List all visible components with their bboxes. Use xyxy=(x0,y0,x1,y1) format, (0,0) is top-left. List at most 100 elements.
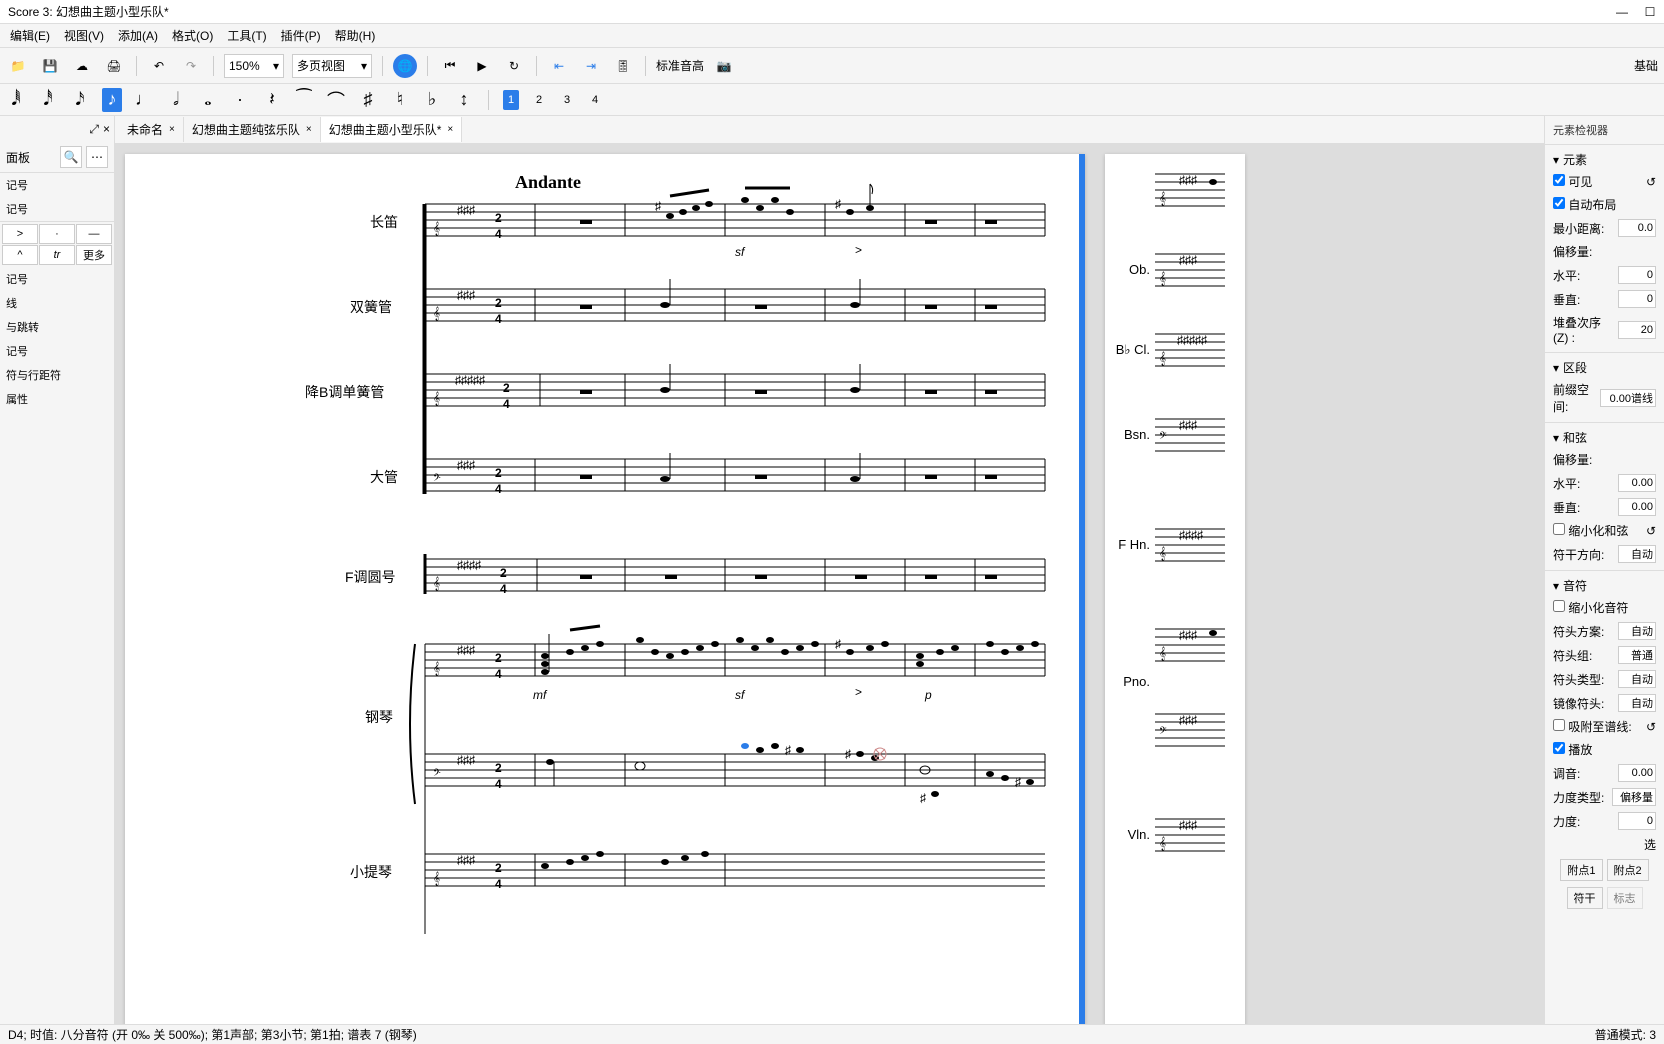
tab-small-orch[interactable]: 幻想曲主题小型乐队*× xyxy=(321,117,463,142)
undo-icon[interactable]: ↶ xyxy=(147,54,171,78)
palette-cat[interactable]: 属性 xyxy=(0,387,114,411)
art-accent[interactable]: ^ xyxy=(2,245,38,265)
voice-1[interactable]: 1 xyxy=(503,90,519,110)
print-icon[interactable]: 🖨 xyxy=(102,54,126,78)
close-icon[interactable]: × xyxy=(169,124,175,135)
close-icon[interactable]: × xyxy=(447,124,453,135)
score-view[interactable]: Andante 𝄞♯♯♯24 ▬ ♯ xyxy=(115,144,1544,1024)
staff-clarinet[interactable]: 𝄞♯♯♯♯♯24 ▬▬▬▬ xyxy=(425,364,1045,411)
dot1-button[interactable]: 附点1 xyxy=(1560,859,1602,881)
rewind-icon[interactable]: ⏮ xyxy=(438,54,462,78)
note-16th[interactable]: 𝅘𝅥𝅯 xyxy=(70,88,90,112)
staff-oboe[interactable]: 𝄞♯♯♯24 ▬▬▬▬ xyxy=(425,279,1045,326)
voice-2[interactable]: 2 xyxy=(531,90,547,110)
slur-icon[interactable]: ⌒ xyxy=(326,88,346,112)
min-distance-input[interactable] xyxy=(1618,219,1656,237)
sharp-icon[interactable]: ♯ xyxy=(358,88,378,112)
menu-view[interactable]: 视图(V) xyxy=(58,25,110,46)
play-checkbox[interactable] xyxy=(1553,742,1565,754)
chord-y-input[interactable] xyxy=(1618,498,1656,516)
viewmode-select[interactable]: 多页视图▾ xyxy=(292,54,372,78)
small-note-checkbox[interactable] xyxy=(1553,600,1565,612)
tie-icon[interactable]: ⁀ xyxy=(294,88,314,112)
stem-button[interactable]: 符干 xyxy=(1567,887,1603,909)
chevron-down-icon[interactable]: ▾ xyxy=(1553,153,1559,167)
art-tenuto[interactable]: — xyxy=(76,224,112,244)
head-type-select[interactable] xyxy=(1618,670,1656,688)
palette-cat[interactable]: 与跳转 xyxy=(0,315,114,339)
loop-out-icon[interactable]: ⇥ xyxy=(579,54,603,78)
staff-flute[interactable]: 𝄞♯♯♯24 ▬ ♯ sf ♯ > ▬▬ xyxy=(425,184,1045,259)
chevron-down-icon[interactable]: ▾ xyxy=(1553,579,1559,593)
zoom-select[interactable]: 150%▾ xyxy=(224,54,284,78)
art-marcato[interactable]: > xyxy=(2,224,38,244)
note-half[interactable]: 𝅗𝅥 xyxy=(166,88,186,112)
cloud-icon[interactable]: ☁ xyxy=(70,54,94,78)
note-dot[interactable]: · xyxy=(230,88,250,112)
offset-y-input[interactable] xyxy=(1618,290,1656,308)
globe-icon[interactable]: 🌐 xyxy=(393,54,417,78)
menu-edit[interactable]: 编辑(E) xyxy=(4,25,56,46)
base-button[interactable]: 基础 xyxy=(1634,54,1658,78)
offset-x-input[interactable] xyxy=(1618,266,1656,284)
palette-cat[interactable]: 记号 xyxy=(0,267,114,291)
palette-cat[interactable]: 线 xyxy=(0,291,114,315)
undock-icon[interactable]: ⤢ xyxy=(89,122,99,137)
staff-piano-treble[interactable]: 𝄞♯♯♯24 mf sf ♯ > p xyxy=(425,626,1045,702)
menu-tools[interactable]: 工具(T) xyxy=(221,25,272,46)
staff-horn[interactable]: 𝄞♯♯♯♯24 ▬▬▬▬▬▬ xyxy=(425,558,1045,596)
flag-button[interactable]: 标志 xyxy=(1607,887,1643,909)
save-icon[interactable]: 💾 xyxy=(38,54,62,78)
close-icon[interactable]: × xyxy=(306,124,312,135)
tuning-input[interactable] xyxy=(1618,764,1656,782)
vel-type-select[interactable] xyxy=(1612,788,1656,806)
note-64th[interactable]: 𝅘𝅥𝅱 xyxy=(6,88,26,112)
head-group-select[interactable] xyxy=(1618,646,1656,664)
art-trill[interactable]: tr xyxy=(39,245,75,265)
metronome-icon[interactable]: 🎚 xyxy=(611,54,635,78)
mirror-select[interactable] xyxy=(1618,694,1656,712)
menu-plugins[interactable]: 插件(P) xyxy=(275,25,327,46)
tab-strings[interactable]: 幻想曲主题纯弦乐队× xyxy=(184,117,321,142)
menu-help[interactable]: 帮助(H) xyxy=(329,25,382,46)
note-8th[interactable]: ♪ xyxy=(102,88,122,112)
palette-cat[interactable]: 记号 xyxy=(0,339,114,363)
close-panel-icon[interactable]: × xyxy=(103,122,110,136)
menu-dots-icon[interactable]: ⋯ xyxy=(86,146,108,168)
tab-untitled[interactable]: 未命名× xyxy=(119,117,184,142)
menu-format[interactable]: 格式(O) xyxy=(166,25,219,46)
redo-icon[interactable]: ↷ xyxy=(179,54,203,78)
auto-layout-checkbox[interactable] xyxy=(1553,197,1565,209)
loop-icon[interactable]: ↻ xyxy=(502,54,526,78)
chevron-down-icon[interactable]: ▾ xyxy=(1553,431,1559,445)
velocity-input[interactable] xyxy=(1618,812,1656,830)
dot2-button[interactable]: 附点2 xyxy=(1607,859,1649,881)
stem-dir-select[interactable] xyxy=(1618,545,1656,563)
chord-x-input[interactable] xyxy=(1618,474,1656,492)
note-32nd[interactable]: 𝅘𝅥𝅰 xyxy=(38,88,58,112)
palette-cat[interactable]: 记号 xyxy=(0,173,114,197)
art-staccato[interactable]: · xyxy=(39,224,75,244)
head-scheme-select[interactable] xyxy=(1618,622,1656,640)
voice-4[interactable]: 4 xyxy=(587,90,603,110)
snap-checkbox[interactable] xyxy=(1553,719,1565,731)
staff-bassoon[interactable]: 𝄢♯♯♯24 ▬▬▬▬ xyxy=(425,453,1045,496)
play-icon[interactable]: ▶ xyxy=(470,54,494,78)
z-order-input[interactable] xyxy=(1618,321,1656,339)
reset-icon[interactable]: ↺ xyxy=(1646,720,1656,734)
art-more[interactable]: 更多 xyxy=(76,245,112,265)
note-whole[interactable]: 𝅝 xyxy=(198,88,218,112)
maximize-icon[interactable]: ☐ xyxy=(1644,6,1656,18)
camera-icon[interactable]: 📷 xyxy=(712,54,736,78)
flip-icon[interactable]: ↕ xyxy=(454,88,474,112)
open-icon[interactable]: 📁 xyxy=(6,54,30,78)
staff-violin[interactable]: 𝄞♯♯♯24 xyxy=(425,851,1045,891)
palette-cat-articulations[interactable]: 记号 xyxy=(0,197,114,222)
note-quarter[interactable]: ♩ xyxy=(134,88,154,112)
reset-icon[interactable]: ↺ xyxy=(1646,175,1656,189)
visible-checkbox[interactable] xyxy=(1553,174,1565,186)
search-icon[interactable]: 🔍 xyxy=(60,146,82,168)
staff-piano-bass[interactable]: 𝄢♯♯♯24 ♯ ♯ ♯ ♯ xyxy=(425,743,1045,805)
chevron-down-icon[interactable]: ▾ xyxy=(1553,361,1559,375)
natural-icon[interactable]: ♮ xyxy=(390,88,410,112)
